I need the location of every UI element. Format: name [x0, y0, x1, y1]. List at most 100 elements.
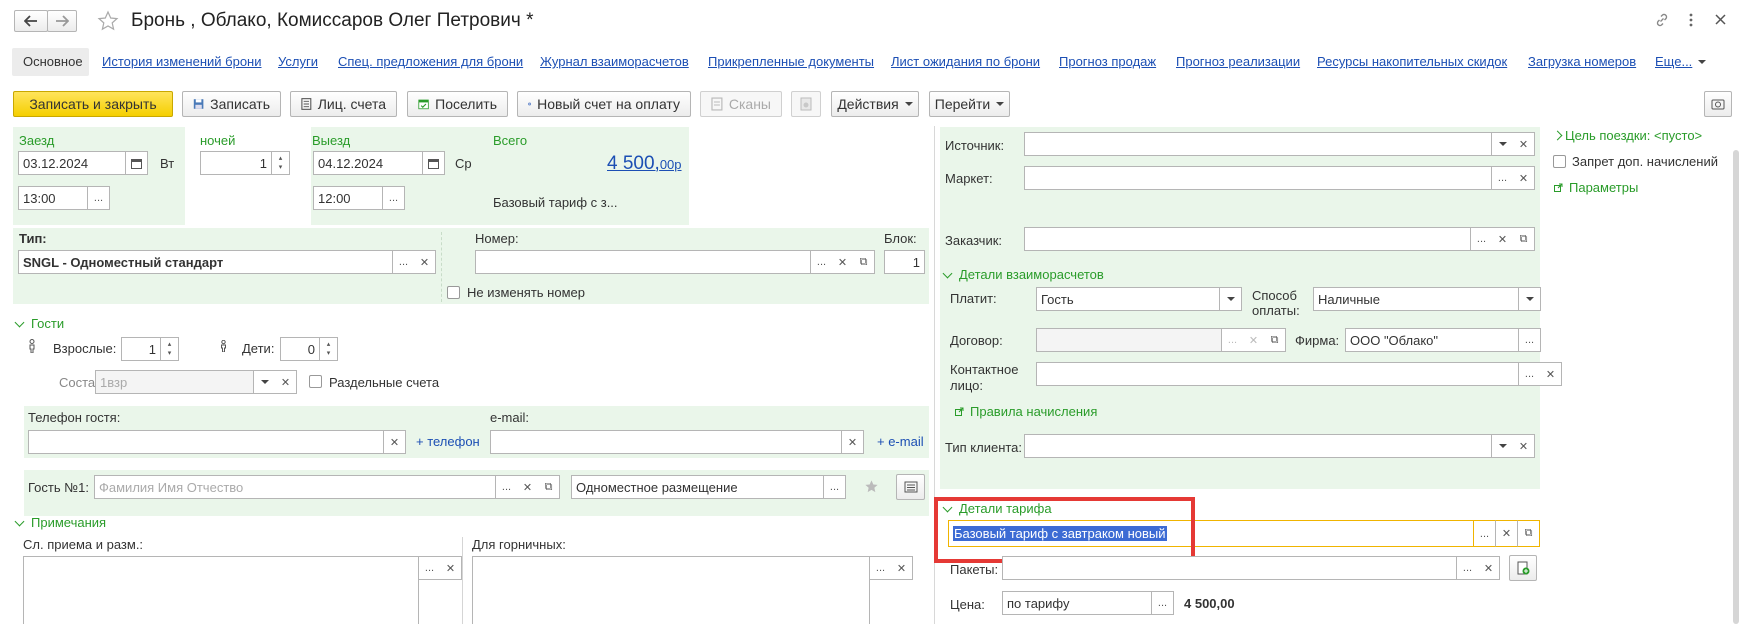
tariff-open-button[interactable]: ⧉ — [1518, 520, 1540, 547]
block-field[interactable]: 1 — [884, 250, 925, 274]
more-vertical-icon[interactable] — [1687, 12, 1695, 28]
composition-field[interactable]: 1взр — [95, 370, 254, 394]
firm-select-button[interactable]: ... — [1519, 328, 1541, 352]
checkin-time-select-button[interactable]: ... — [88, 186, 110, 210]
accounts-button[interactable]: Лиц. счета — [290, 91, 397, 117]
star-icon[interactable] — [864, 479, 879, 494]
no-extra-charges-checkbox[interactable] — [1553, 155, 1566, 168]
source-clear-button[interactable]: ✕ — [1513, 132, 1535, 156]
checkin-calendar-button[interactable] — [126, 151, 148, 175]
client-type-clear-button[interactable]: ✕ — [1513, 434, 1535, 458]
save-button[interactable]: Записать — [182, 91, 281, 117]
link-icon[interactable] — [1654, 12, 1670, 28]
back-button[interactable] — [14, 10, 48, 32]
nights-field[interactable]: 1 — [200, 151, 272, 175]
contract-open-button[interactable]: ⧉ — [1264, 328, 1286, 352]
checkin-date-field[interactable]: 03.12.2024 — [18, 151, 126, 175]
contact-clear-button[interactable]: ✕ — [1540, 362, 1562, 386]
source-field[interactable] — [1024, 132, 1492, 156]
add-package-button[interactable] — [1509, 555, 1537, 581]
close-window-icon[interactable] — [1714, 13, 1727, 26]
maids-notes-select-button[interactable]: ... — [870, 556, 892, 580]
star-icon[interactable] — [97, 10, 119, 32]
placement-select-button[interactable]: ... — [824, 475, 846, 499]
total-amount[interactable]: 4 500,00р — [607, 153, 682, 175]
separate-accounts-checkbox[interactable] — [309, 375, 322, 388]
customer-select-button[interactable]: ... — [1471, 227, 1493, 251]
email-field[interactable] — [490, 430, 842, 454]
check-in-button[interactable]: Поселить — [407, 91, 508, 117]
phone-field[interactable] — [28, 430, 384, 454]
nights-stepper[interactable]: ▴ ▾ — [272, 151, 290, 175]
packages-field[interactable] — [1002, 556, 1457, 580]
room-type-field[interactable]: SNGL - Одноместный стандарт — [18, 250, 393, 274]
maids-notes-textarea[interactable] — [472, 556, 870, 624]
reception-notes-clear-button[interactable]: ✕ — [440, 556, 462, 580]
market-field[interactable] — [1024, 166, 1492, 190]
tab-discount-resources[interactable]: Ресурсы накопительных скидок — [1317, 54, 1507, 69]
guests-section-header[interactable]: Гости — [14, 316, 64, 331]
adults-stepper[interactable]: ▴ ▾ — [161, 337, 179, 361]
tab-attached-docs[interactable]: Прикрепленные документы — [708, 54, 874, 69]
customer-field[interactable] — [1024, 227, 1471, 251]
vertical-scrollbar[interactable] — [1733, 150, 1739, 624]
composition-dropdown-button[interactable] — [254, 370, 276, 394]
checkout-time-field[interactable]: 12:00 — [313, 186, 383, 210]
guest1-open-button[interactable]: ⧉ — [538, 475, 560, 499]
payer-dropdown-button[interactable] — [1220, 287, 1242, 311]
placement-field[interactable]: Одноместное размещение — [571, 475, 824, 499]
reception-notes-select-button[interactable]: ... — [419, 556, 441, 580]
firm-field[interactable]: ООО "Облако" — [1345, 328, 1519, 352]
room-number-clear-button[interactable]: ✕ — [832, 250, 854, 274]
tab-realization-forecast[interactable]: Прогноз реализации — [1176, 54, 1300, 69]
forward-button[interactable] — [47, 10, 77, 32]
packages-clear-button[interactable]: ✕ — [1478, 556, 1500, 580]
checkout-date-field[interactable]: 04.12.2024 — [313, 151, 423, 175]
save-close-button[interactable]: Записать и закрыть — [13, 91, 173, 117]
room-type-clear-button[interactable]: ✕ — [414, 250, 436, 274]
payer-field[interactable]: Гость — [1036, 287, 1220, 311]
adults-field[interactable]: 1 — [121, 337, 161, 361]
source-dropdown-button[interactable] — [1492, 132, 1514, 156]
scans-button[interactable]: Сканы — [700, 91, 782, 117]
payment-method-field[interactable]: Наличные — [1313, 287, 1519, 311]
guest1-name-field[interactable]: Фамилия Имя Отчество — [94, 475, 496, 499]
tab-sales-forecast[interactable]: Прогноз продаж — [1059, 54, 1156, 69]
tab-special-offers[interactable]: Спец. предложения для брони — [338, 54, 523, 69]
payment-method-dropdown-button[interactable] — [1519, 287, 1541, 311]
customer-open-button[interactable]: ⧉ — [1513, 227, 1535, 251]
price-mode-select-button[interactable]: ... — [1152, 591, 1174, 615]
price-mode-field[interactable]: по тарифу — [1002, 591, 1152, 615]
form-settings-button[interactable] — [1704, 91, 1732, 117]
actions-button[interactable]: Действия — [831, 91, 919, 117]
email-clear-button[interactable]: ✕ — [842, 430, 864, 454]
room-number-open-button[interactable]: ⧉ — [853, 250, 875, 274]
phone-clear-button[interactable]: ✕ — [384, 430, 406, 454]
market-select-button[interactable]: ... — [1492, 166, 1514, 190]
tab-settlements-journal[interactable]: Журнал взаиморасчетов — [540, 54, 689, 69]
guest1-clear-button[interactable]: ✕ — [517, 475, 539, 499]
tab-waiting-list[interactable]: Лист ожидания по брони — [891, 54, 1040, 69]
keep-number-checkbox[interactable] — [447, 286, 460, 299]
tab-room-load[interactable]: Загрузка номеров — [1528, 54, 1636, 69]
contract-clear-button[interactable]: ✕ — [1243, 328, 1265, 352]
goto-button[interactable]: Перейти — [929, 91, 1010, 117]
room-number-field[interactable] — [475, 250, 811, 274]
checkout-calendar-button[interactable] — [423, 151, 445, 175]
notes-section-header[interactable]: Примечания — [14, 515, 106, 530]
tab-booking-history[interactable]: История изменений брони — [102, 54, 262, 69]
charge-rules-link[interactable]: Правила начисления — [955, 404, 1097, 419]
children-stepper[interactable]: ▴ ▾ — [320, 337, 338, 361]
client-type-field[interactable] — [1024, 434, 1492, 458]
checkout-time-select-button[interactable]: ... — [383, 186, 405, 210]
customer-clear-button[interactable]: ✕ — [1492, 227, 1514, 251]
add-phone-link[interactable]: + телефон — [416, 434, 480, 449]
composition-clear-button[interactable]: ✕ — [275, 370, 297, 394]
new-invoice-button[interactable]: Новый счет на оплату — [517, 91, 691, 117]
attach-button[interactable] — [791, 91, 821, 117]
guest-card-button[interactable] — [896, 474, 925, 500]
children-field[interactable]: 0 — [280, 337, 320, 361]
parameters-link[interactable]: Параметры — [1554, 180, 1638, 195]
guest1-select-button[interactable]: ... — [496, 475, 518, 499]
settlement-section-header[interactable]: Детали взаиморасчетов — [942, 267, 1104, 282]
